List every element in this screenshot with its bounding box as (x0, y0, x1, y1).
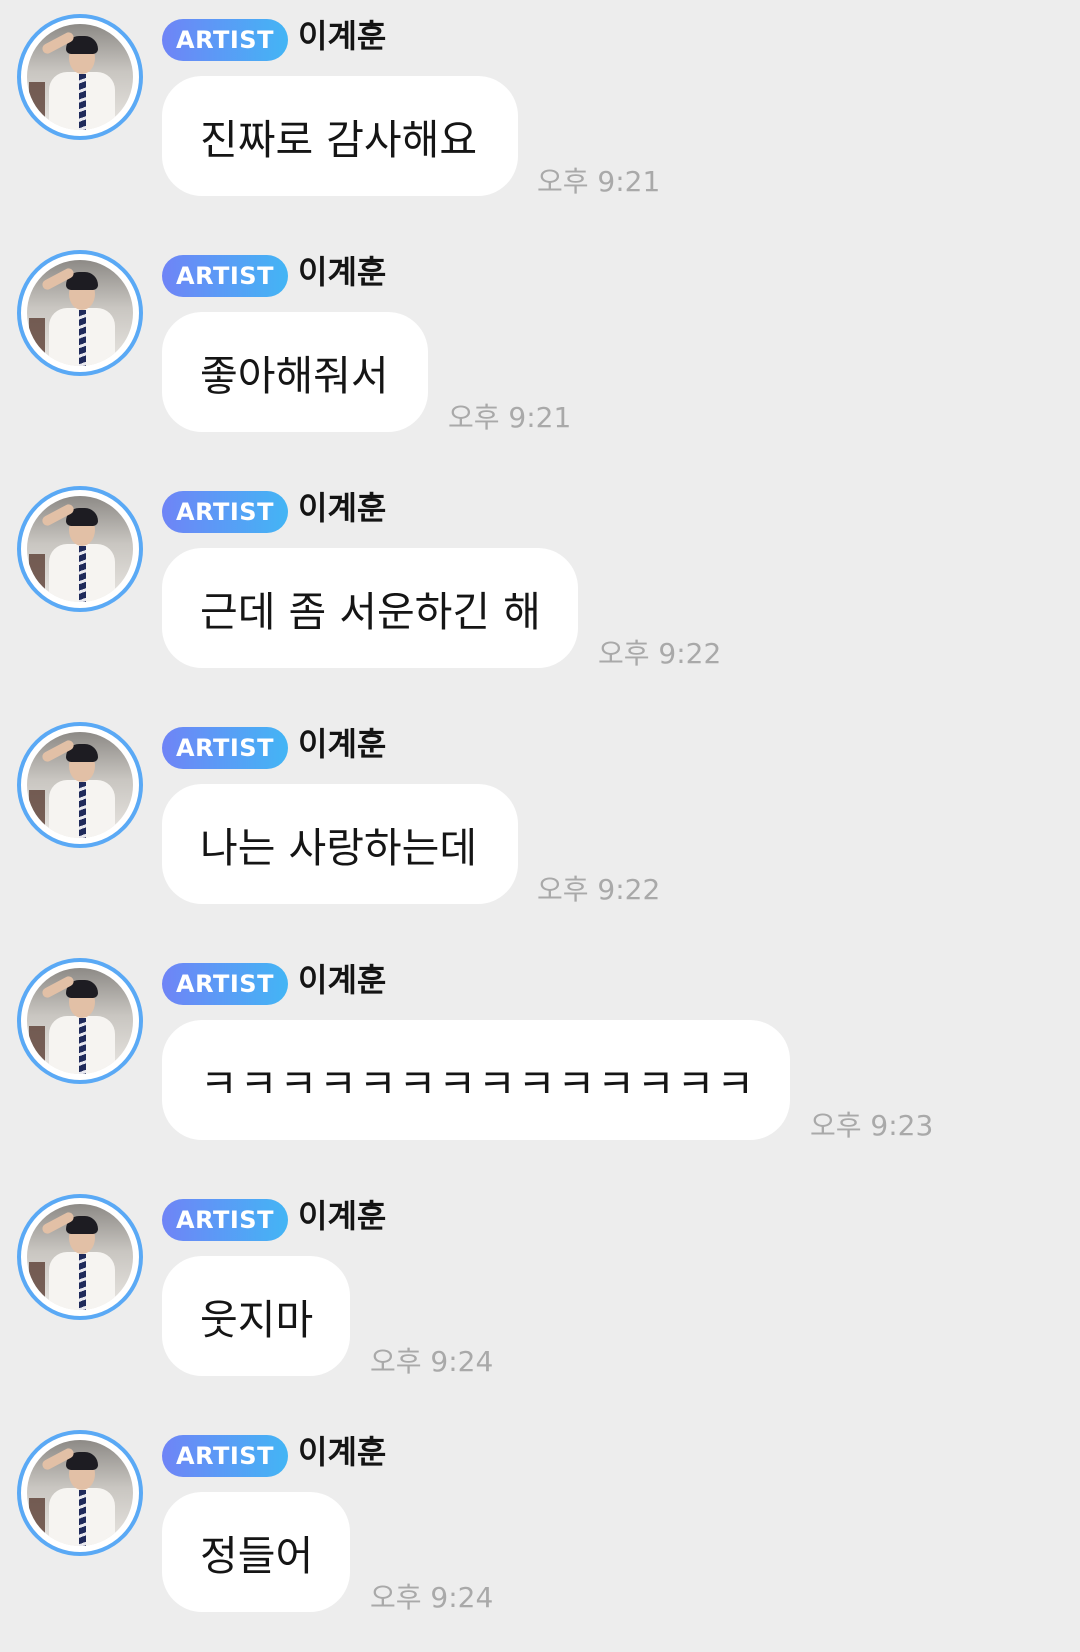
chat-message: ARTIST 이계훈 정들어 오후 9:24 (0, 1416, 1080, 1652)
chat-message: ARTIST 이계훈 웃지마 오후 9:24 (0, 1180, 1080, 1416)
message-bubble[interactable]: 진짜로 감사해요 (162, 76, 518, 196)
message-timestamp: 오후 9:24 (370, 1581, 494, 1614)
artist-avatar[interactable] (17, 958, 143, 1084)
avatar-photo (27, 732, 133, 838)
message-bubble[interactable]: 정들어 (162, 1492, 350, 1612)
artist-badge: ARTIST (162, 1199, 288, 1241)
artist-badge: ARTIST (162, 255, 288, 297)
sender-name[interactable]: 이계훈 (298, 14, 386, 58)
avatar-photo (27, 24, 133, 130)
message-timestamp: 오후 9:24 (370, 1345, 494, 1378)
sender-name[interactable]: 이계훈 (298, 722, 386, 766)
message-timestamp: 오후 9:22 (598, 637, 722, 670)
sender-name[interactable]: 이계훈 (298, 1430, 386, 1474)
message-bubble[interactable]: 웃지마 (162, 1256, 350, 1376)
avatar-photo (27, 1440, 133, 1546)
artist-avatar[interactable] (17, 722, 143, 848)
artist-badge: ARTIST (162, 963, 288, 1005)
sender-name[interactable]: 이계훈 (298, 958, 386, 1002)
message-timestamp: 오후 9:23 (810, 1109, 934, 1142)
artist-badge: ARTIST (162, 1435, 288, 1477)
chat-message: ARTIST 이계훈 나는 사랑하는데 오후 9:22 (0, 708, 1080, 944)
avatar-photo (27, 260, 133, 366)
artist-avatar[interactable] (17, 486, 143, 612)
message-bubble[interactable]: 나는 사랑하는데 (162, 784, 518, 904)
message-bubble[interactable]: 좋아해줘서 (162, 312, 428, 432)
artist-badge: ARTIST (162, 19, 288, 61)
sender-name[interactable]: 이계훈 (298, 486, 386, 530)
artist-avatar[interactable] (17, 1430, 143, 1556)
artist-badge: ARTIST (162, 727, 288, 769)
chat-message: ARTIST 이계훈 ㅋㅋㅋㅋㅋㅋㅋㅋㅋㅋㅋㅋㅋㅋ 오후 9:23 (0, 944, 1080, 1180)
chat-message: ARTIST 이계훈 좋아해줘서 오후 9:21 (0, 236, 1080, 472)
message-bubble[interactable]: 근데 좀 서운하긴 해 (162, 548, 578, 668)
chat-message: ARTIST 이계훈 진짜로 감사해요 오후 9:21 (0, 0, 1080, 236)
avatar-photo (27, 1204, 133, 1310)
sender-name[interactable]: 이계훈 (298, 1194, 386, 1238)
sender-name[interactable]: 이계훈 (298, 250, 386, 294)
artist-avatar[interactable] (17, 250, 143, 376)
message-bubble[interactable]: ㅋㅋㅋㅋㅋㅋㅋㅋㅋㅋㅋㅋㅋㅋ (162, 1020, 790, 1140)
avatar-photo (27, 968, 133, 1074)
artist-avatar[interactable] (17, 14, 143, 140)
message-timestamp: 오후 9:21 (448, 401, 572, 434)
message-timestamp: 오후 9:21 (537, 165, 661, 198)
avatar-photo (27, 496, 133, 602)
chat-message: ARTIST 이계훈 근데 좀 서운하긴 해 오후 9:22 (0, 472, 1080, 708)
message-timestamp: 오후 9:22 (537, 873, 661, 906)
artist-badge: ARTIST (162, 491, 288, 533)
artist-avatar[interactable] (17, 1194, 143, 1320)
